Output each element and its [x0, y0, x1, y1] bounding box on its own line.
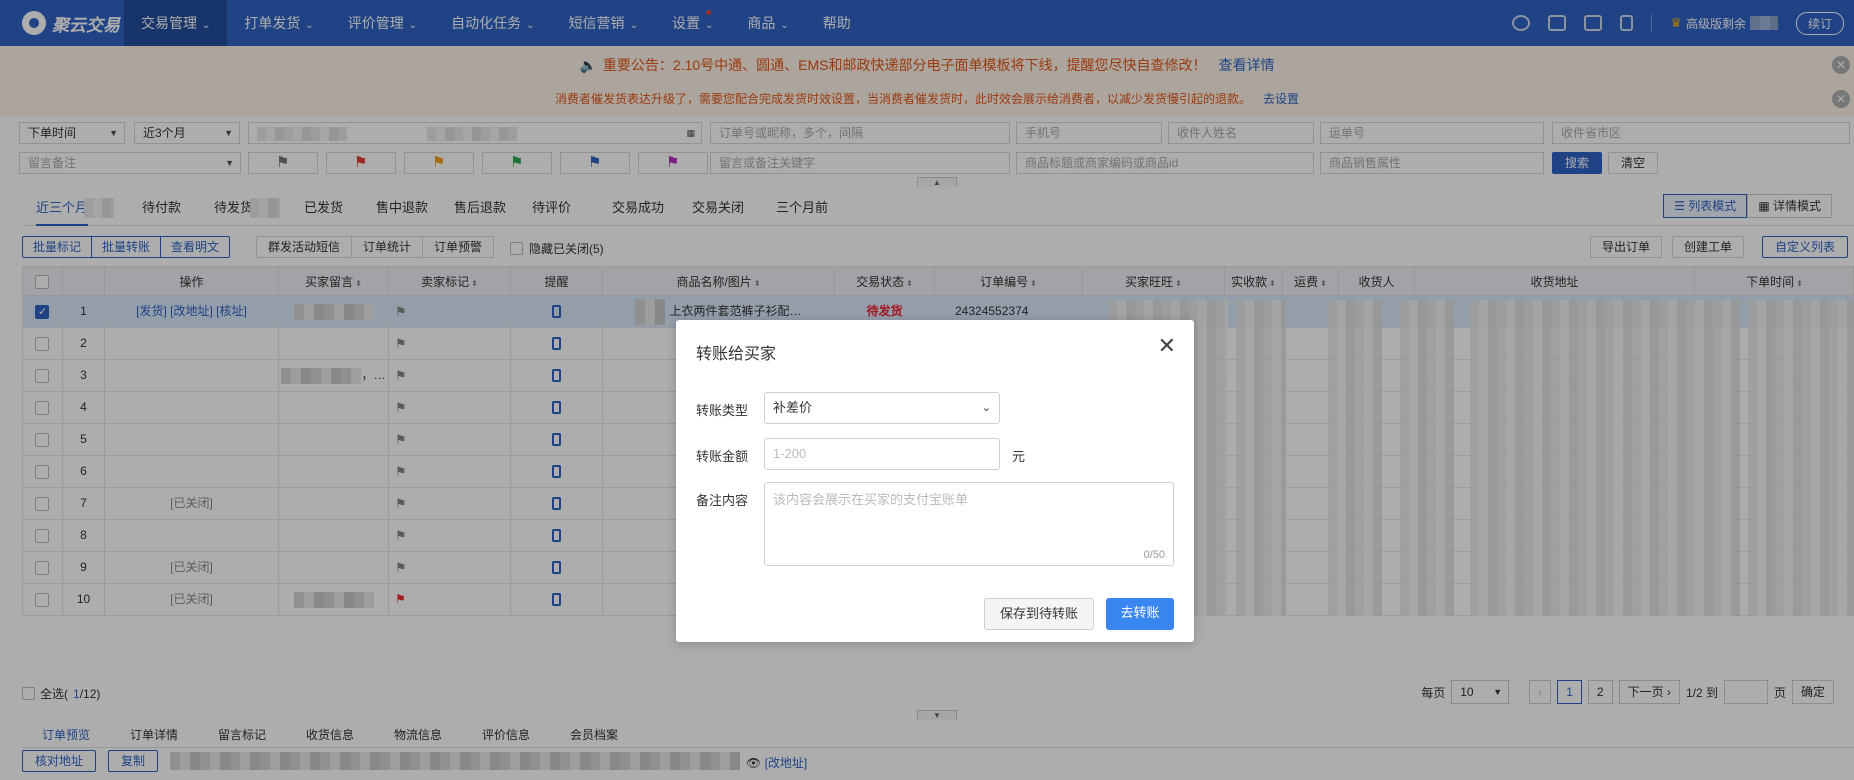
save-pending-button[interactable]: 保存到待转账	[984, 598, 1094, 630]
close-icon[interactable]: ✕	[1158, 334, 1176, 358]
currency-unit: 元	[1012, 449, 1026, 464]
note-textarea[interactable]: 该内容会展示在买家的支付宝账单 0/50	[764, 482, 1174, 566]
chevron-down-icon: ⌄	[981, 402, 991, 414]
note-char-count: 0/50	[1143, 549, 1165, 561]
note-label: 备注内容	[696, 493, 749, 508]
go-transfer-button[interactable]: 去转账	[1106, 598, 1174, 630]
transfer-type-label: 转账类型	[696, 403, 749, 418]
transfer-amount-input[interactable]: 1-200	[764, 438, 1000, 470]
transfer-modal: 转账给买家 ✕ 转账类型 补差价 ⌄ 转账金额 1-200 元 备注内容 该内容会…	[676, 320, 1194, 642]
transfer-type-select[interactable]: 补差价 ⌄	[764, 392, 1000, 424]
modal-title: 转账给买家	[696, 346, 777, 363]
transfer-amount-label: 转账金额	[696, 449, 749, 464]
